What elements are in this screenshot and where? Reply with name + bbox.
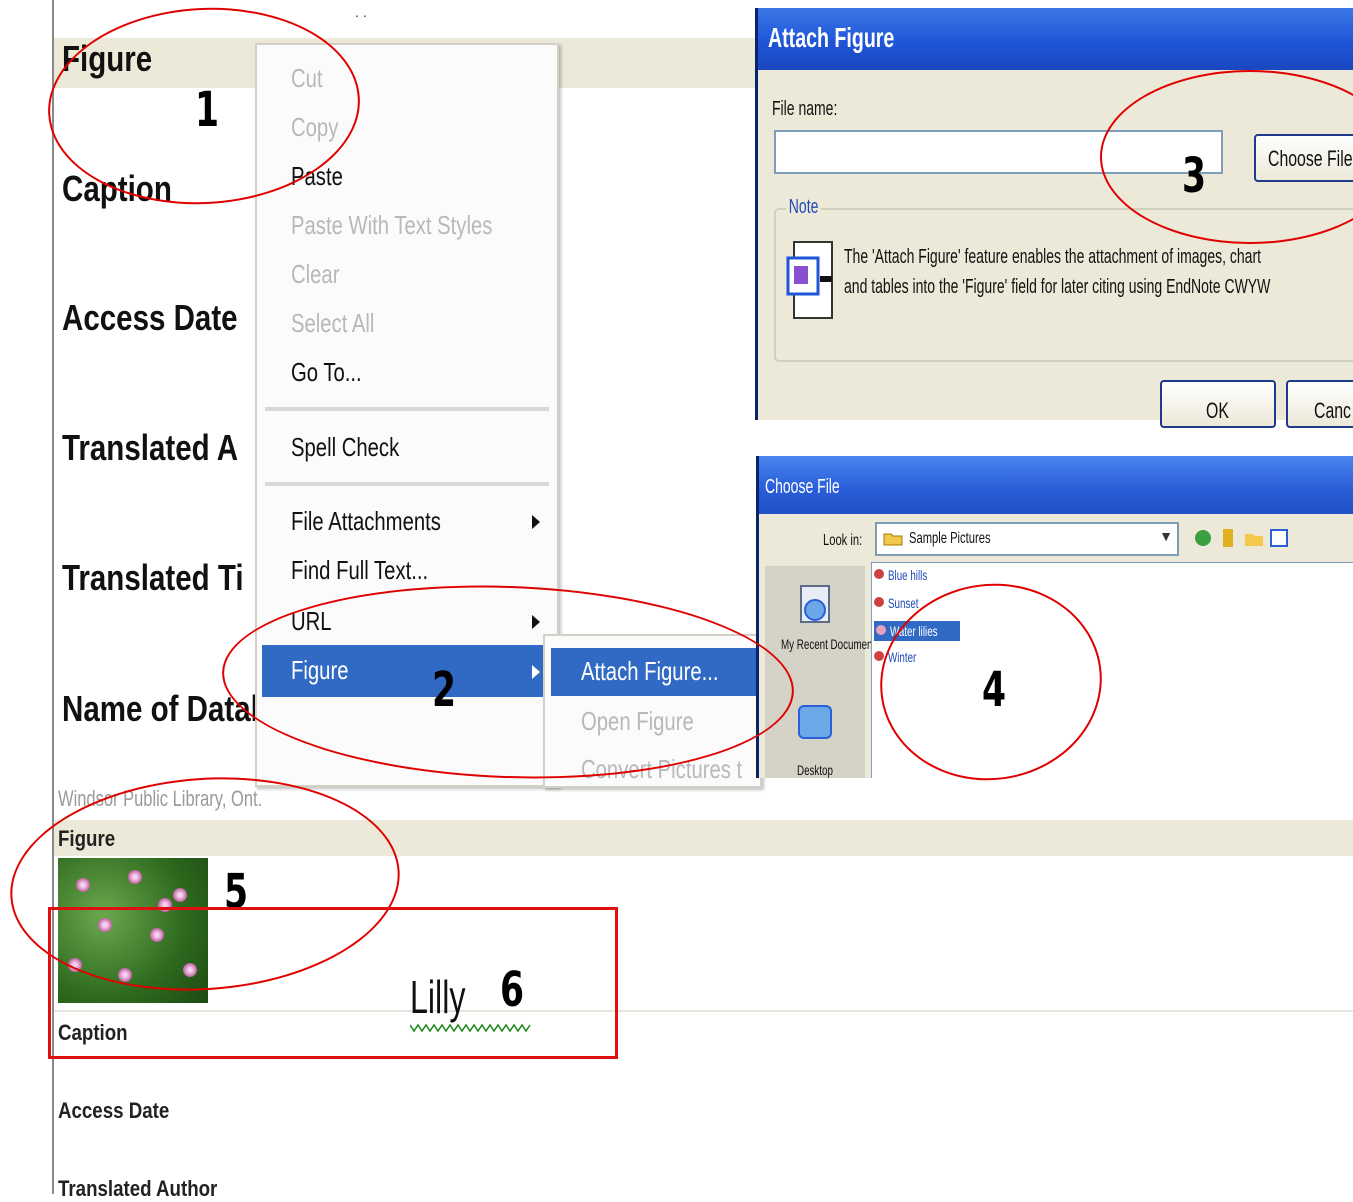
menu-item-select-all[interactable]: Select All xyxy=(291,308,374,339)
place-desktop[interactable]: Desktop xyxy=(797,762,833,778)
image-file-icon xyxy=(876,625,886,635)
choose-dialog-title: Choose File xyxy=(765,476,840,498)
desktop-icon[interactable] xyxy=(797,704,833,740)
menu-item-spell-check[interactable]: Spell Check xyxy=(291,432,399,463)
menu-separator xyxy=(265,407,549,411)
field-label-translated-author-small: Translated Author xyxy=(58,1176,218,1201)
field-label-access-date: Access Date xyxy=(62,297,238,338)
annotation-rect-6 xyxy=(48,907,618,1059)
menu-item-file-attachments[interactable]: File Attachments xyxy=(291,506,441,537)
note-line-1: The 'Attach Figure' feature enables the … xyxy=(844,246,1262,268)
note-label: Note xyxy=(786,196,822,219)
look-in-select[interactable]: Sample Pictures ▼ xyxy=(875,522,1179,556)
menu-item-clear[interactable]: Clear xyxy=(291,259,339,290)
place-recent-documents[interactable]: My Recent Documents xyxy=(781,636,880,652)
up-folder-icon xyxy=(1223,529,1233,547)
field-label-access-date-small: Access Date xyxy=(58,1098,170,1123)
annotation-number-6: 6 xyxy=(500,962,525,1018)
menu-item-find-full-text[interactable]: Find Full Text... xyxy=(291,555,428,586)
top-dots: .. xyxy=(355,4,371,20)
file-name-label: File name: xyxy=(772,98,838,120)
views-icon xyxy=(1270,529,1288,547)
folder-icon xyxy=(883,533,903,546)
document-image-icon xyxy=(786,241,833,319)
toolbar-icons xyxy=(1195,529,1288,547)
file-name-sunset: Sunset xyxy=(888,595,919,611)
field-label-translated-author: Translated A xyxy=(62,427,239,468)
annotation-number-2: 2 xyxy=(432,662,457,718)
back-icon xyxy=(1195,530,1211,546)
ok-button[interactable]: OK xyxy=(1160,380,1276,428)
field-label-translated-title: Translated Ti xyxy=(62,557,244,598)
image-file-icon xyxy=(874,597,884,607)
attach-dialog-title: Attach Figure xyxy=(768,22,895,53)
choose-dialog-titlebar: Choose File xyxy=(759,456,1353,514)
annotation-number-3: 3 xyxy=(1182,148,1207,204)
note-line-2: and tables into the 'Figure' field for l… xyxy=(844,276,1271,298)
look-in-label: Look in: xyxy=(823,532,863,549)
menu-item-paste-with-text-styles[interactable]: Paste With Text Styles xyxy=(291,210,492,241)
attach-dialog-titlebar: Attach Figure xyxy=(758,8,1353,70)
image-file-icon xyxy=(874,569,884,579)
recent-documents-icon[interactable] xyxy=(795,584,835,626)
chevron-down-icon[interactable]: ▼ xyxy=(1159,528,1173,544)
file-name-blue-hills: Blue hills xyxy=(888,567,928,583)
cancel-button[interactable]: Canc xyxy=(1286,380,1353,428)
annotation-number-4: 4 xyxy=(982,662,1007,718)
look-in-value: Sample Pictures xyxy=(909,530,991,547)
menu-separator xyxy=(265,482,549,486)
menu-item-go-to[interactable]: Go To... xyxy=(291,357,362,388)
new-folder-icon xyxy=(1245,534,1263,546)
submenu-arrow-icon xyxy=(532,515,540,529)
annotation-number-1: 1 xyxy=(195,82,220,138)
image-file-icon xyxy=(874,651,884,661)
